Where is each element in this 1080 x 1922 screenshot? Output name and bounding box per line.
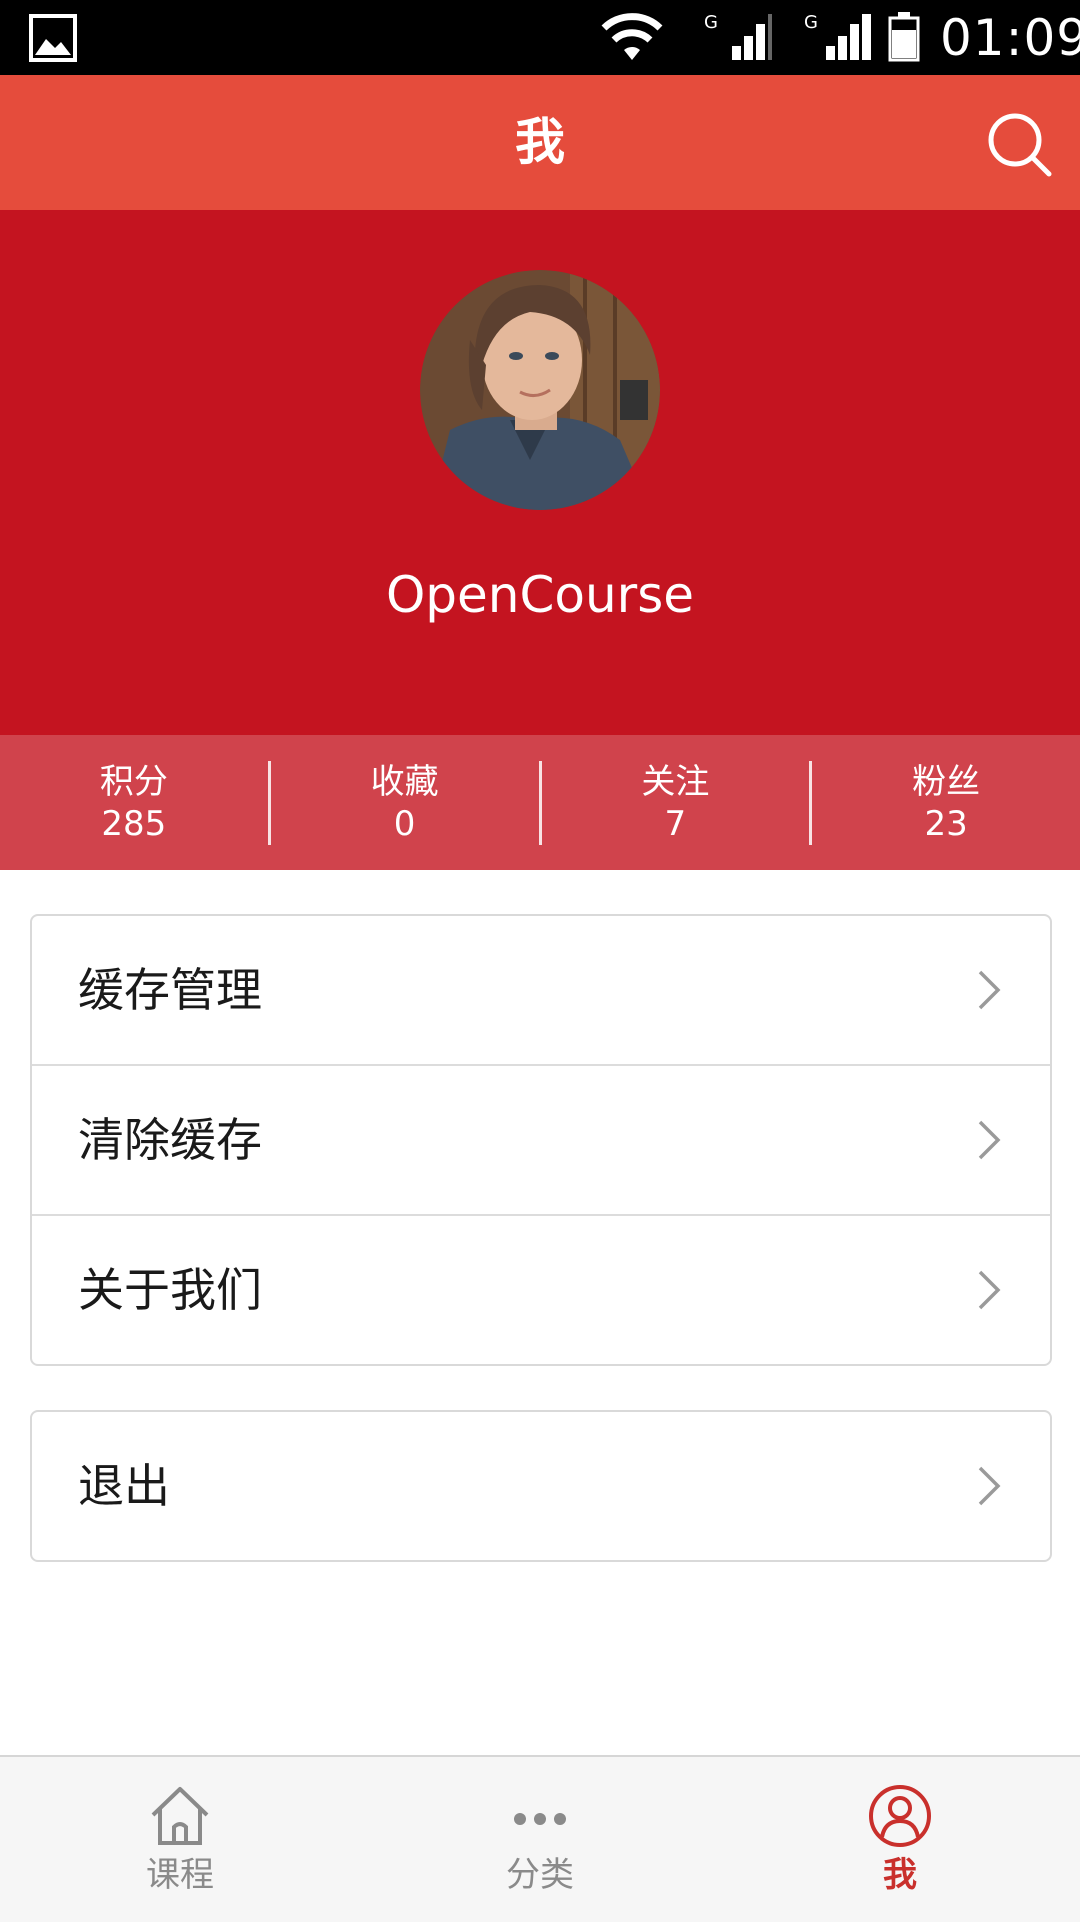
nav-label: 我: [883, 1855, 917, 1895]
menu-item-about-us[interactable]: 关于我们: [32, 1216, 1050, 1364]
stat-value: 7: [664, 803, 687, 844]
logout-card: 退出: [30, 1410, 1052, 1562]
chevron-right-icon: [978, 1120, 1001, 1160]
stat-label: 关注: [641, 761, 710, 802]
nav-label: 分类: [506, 1855, 574, 1895]
gallery-icon: [29, 14, 77, 62]
status-time: 01:09: [940, 9, 1080, 67]
logout-button[interactable]: 退出: [32, 1412, 1050, 1560]
stat-label: 收藏: [370, 761, 439, 802]
menu-item-label: 缓存管理: [78, 963, 262, 1017]
user-icon: [869, 1785, 931, 1847]
chevron-right-icon: [978, 1270, 1001, 1310]
network-type-label: G: [704, 12, 718, 33]
stat-value: 0: [393, 803, 416, 844]
home-icon: [151, 1787, 209, 1845]
menu-item-label: 清除缓存: [78, 1113, 262, 1167]
avatar[interactable]: [420, 270, 660, 510]
wifi-icon: [601, 13, 663, 60]
stat-fans[interactable]: 粉丝 23: [812, 735, 1080, 870]
nav-item-categories[interactable]: 分类: [360, 1757, 720, 1922]
search-icon[interactable]: [985, 110, 1055, 180]
svg-text:G: G: [804, 12, 818, 33]
menu-item-label: 关于我们: [78, 1263, 262, 1317]
signal-icon: G: [704, 12, 772, 60]
signal-icon: G: [804, 12, 871, 60]
stat-value: 23: [924, 803, 968, 844]
stats-bar: 积分 285 收藏 0 关注 7 粉丝 23: [0, 735, 1080, 870]
chevron-right-icon: [978, 970, 1001, 1010]
settings-menu: 缓存管理 清除缓存 关于我们: [30, 914, 1052, 1366]
battery-icon: [888, 12, 920, 62]
nav-label: 课程: [146, 1855, 214, 1895]
nav-item-me[interactable]: 我: [720, 1757, 1080, 1922]
page-title: 我: [515, 113, 565, 171]
bottom-nav: 课程 分类 我: [0, 1755, 1080, 1922]
menu-item-clear-cache[interactable]: 清除缓存: [32, 1066, 1050, 1216]
status-bar: G G 01:09: [0, 0, 1080, 75]
stat-label: 积分: [99, 761, 168, 802]
nav-item-courses[interactable]: 课程: [0, 1757, 360, 1922]
title-bar: 我: [0, 75, 1080, 210]
menu-item-cache-management[interactable]: 缓存管理: [32, 916, 1050, 1066]
stat-label: 粉丝: [912, 761, 981, 802]
profile-header: OpenCourse: [0, 210, 1080, 735]
more-dots-icon: [514, 1813, 566, 1825]
stat-points[interactable]: 积分 285: [0, 735, 268, 870]
username: OpenCourse: [385, 566, 695, 624]
logout-label: 退出: [78, 1459, 170, 1513]
stat-value: 285: [101, 803, 167, 844]
chevron-right-icon: [978, 1466, 1001, 1506]
stat-favorites[interactable]: 收藏 0: [271, 735, 539, 870]
stat-following[interactable]: 关注 7: [542, 735, 810, 870]
